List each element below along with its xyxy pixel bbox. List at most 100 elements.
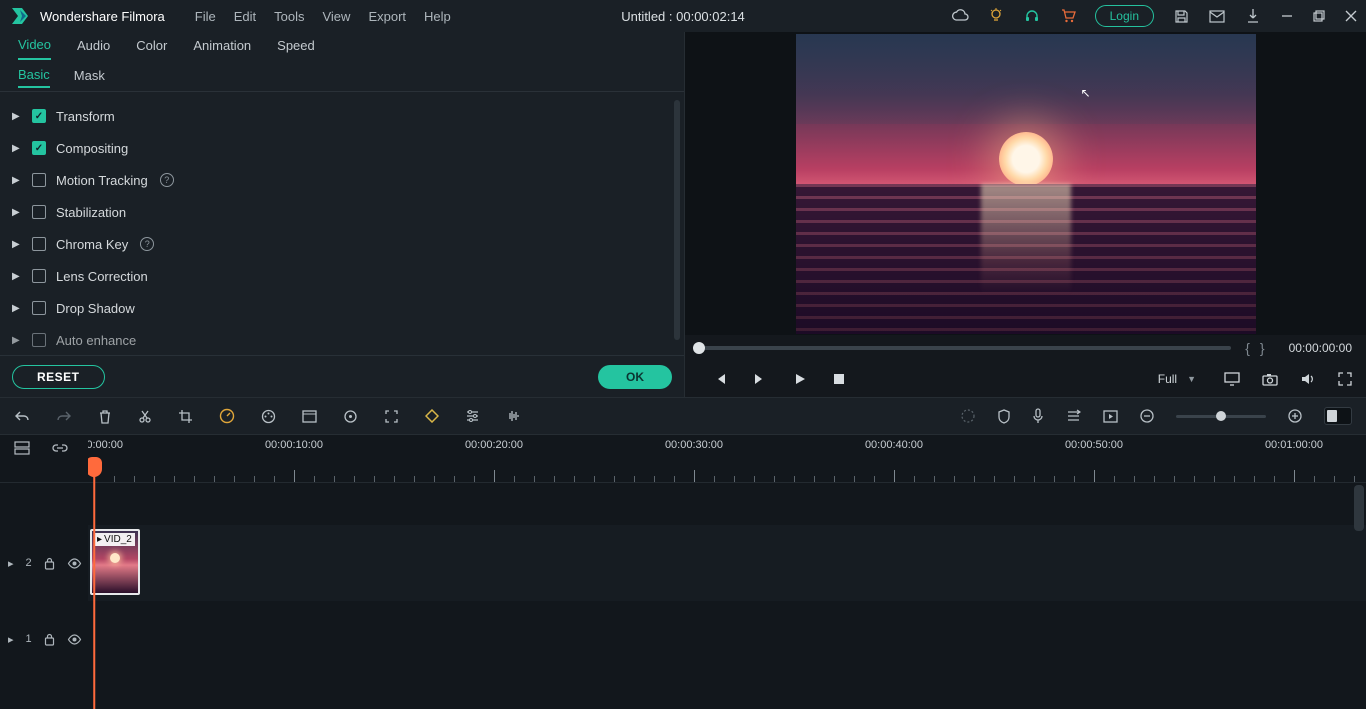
disclosure-icon[interactable]: ▶ xyxy=(12,207,22,218)
zoom-slider[interactable] xyxy=(1176,415,1266,418)
tab-video[interactable]: Video xyxy=(18,37,51,60)
ruler-label: 00:00:50:00 xyxy=(1065,439,1123,451)
reset-button[interactable]: RESET xyxy=(12,365,105,389)
tab-color[interactable]: Color xyxy=(136,38,167,59)
mail-icon[interactable] xyxy=(1208,7,1226,25)
cloud-icon[interactable] xyxy=(951,7,969,25)
menu-tools[interactable]: Tools xyxy=(274,9,304,24)
download-icon[interactable] xyxy=(1244,7,1262,25)
visibility-icon[interactable] xyxy=(67,634,82,645)
menu-help[interactable]: Help xyxy=(424,9,451,24)
manage-tracks-icon[interactable] xyxy=(14,441,30,455)
time-ruler[interactable]: 00:00:00:0000:00:10:0000:00:20:0000:00:3… xyxy=(88,435,1366,483)
help-icon[interactable]: ? xyxy=(140,237,154,251)
tab-audio[interactable]: Audio xyxy=(77,38,110,59)
video-track-1[interactable] xyxy=(88,601,1366,677)
lock-icon[interactable] xyxy=(44,557,55,570)
color-icon[interactable] xyxy=(261,409,276,424)
window-maximize[interactable] xyxy=(1312,9,1326,23)
crop-icon[interactable] xyxy=(178,409,193,424)
disclosure-icon[interactable]: ▶ xyxy=(12,175,22,186)
render-icon[interactable] xyxy=(1103,410,1118,423)
link-icon[interactable] xyxy=(52,441,68,455)
visibility-icon[interactable] xyxy=(67,558,82,569)
checkbox-transform[interactable]: ✓ xyxy=(32,109,46,123)
menu-view[interactable]: View xyxy=(322,9,350,24)
properties-scrollbar[interactable] xyxy=(674,100,680,340)
disclosure-icon[interactable]: ▶ xyxy=(12,303,22,314)
menu-export[interactable]: Export xyxy=(368,9,406,24)
undo-icon[interactable] xyxy=(14,409,30,423)
stop-icon[interactable] xyxy=(833,372,845,386)
lock-icon[interactable] xyxy=(44,633,55,646)
subtab-mask[interactable]: Mask xyxy=(74,68,105,87)
disclosure-icon[interactable]: ▶ xyxy=(12,143,22,154)
marker-icon[interactable] xyxy=(998,409,1010,424)
motion-tracking-icon[interactable] xyxy=(343,409,358,424)
scrub-bar[interactable] xyxy=(699,346,1231,350)
subtab-basic[interactable]: Basic xyxy=(18,67,50,88)
audio-mixer-icon[interactable] xyxy=(1066,409,1081,423)
menu-edit[interactable]: Edit xyxy=(234,9,256,24)
volume-icon[interactable] xyxy=(1300,372,1316,386)
secondary-tabs: Basic Mask xyxy=(0,64,684,92)
checkbox-stabilization[interactable] xyxy=(32,205,46,219)
split-icon[interactable] xyxy=(138,409,152,424)
checkbox-chroma-key[interactable] xyxy=(32,237,46,251)
record-voice-icon[interactable] xyxy=(1032,408,1044,424)
checkbox-auto-enhance[interactable] xyxy=(32,333,46,347)
zoom-out-icon[interactable] xyxy=(1140,409,1154,423)
help-icon[interactable]: ? xyxy=(160,173,174,187)
preview-viewer[interactable]: ↖ xyxy=(685,32,1366,335)
menu-file[interactable]: File xyxy=(195,9,216,24)
mix-icon[interactable] xyxy=(960,408,976,424)
green-screen-icon[interactable] xyxy=(302,410,317,423)
headphones-icon[interactable] xyxy=(1023,7,1041,25)
timeline-scrollbar[interactable] xyxy=(1354,485,1364,531)
play-icon[interactable] xyxy=(793,372,807,386)
zoom-in-icon[interactable] xyxy=(1288,409,1302,423)
disclosure-icon[interactable]: ▶ xyxy=(12,335,22,346)
checkbox-compositing[interactable]: ✓ xyxy=(32,141,46,155)
tab-animation[interactable]: Animation xyxy=(193,38,251,59)
window-minimize[interactable] xyxy=(1280,9,1294,23)
save-icon[interactable] xyxy=(1172,7,1190,25)
fullscreen-icon[interactable] xyxy=(1338,372,1352,386)
display-icon[interactable] xyxy=(1224,372,1240,386)
step-back-icon[interactable] xyxy=(713,372,727,386)
zoom-handle[interactable] xyxy=(1216,411,1226,421)
mark-out-icon[interactable]: } xyxy=(1260,340,1275,356)
workspace: Video Audio Color Animation Speed Basic … xyxy=(0,32,1366,397)
step-forward-icon[interactable] xyxy=(753,372,767,386)
cart-icon[interactable] xyxy=(1059,7,1077,25)
video-track-2[interactable]: ▸VID_2 xyxy=(88,525,1366,601)
checkbox-drop-shadow[interactable] xyxy=(32,301,46,315)
disclosure-icon[interactable]: ▶ xyxy=(12,239,22,250)
disclosure-icon[interactable]: ▶ xyxy=(12,111,22,122)
speed-icon[interactable] xyxy=(219,408,235,424)
snapshot-icon[interactable] xyxy=(1262,373,1278,386)
tracks-area[interactable]: 00:00:00:0000:00:10:0000:00:20:0000:00:3… xyxy=(88,435,1366,709)
video-clip[interactable]: ▸VID_2 xyxy=(90,529,140,595)
lightbulb-icon[interactable] xyxy=(987,7,1005,25)
ok-button[interactable]: OK xyxy=(598,365,672,389)
playhead[interactable] xyxy=(88,457,102,477)
timeline-view-toggle[interactable] xyxy=(1324,407,1352,425)
tab-speed[interactable]: Speed xyxy=(277,38,315,59)
window-close[interactable] xyxy=(1344,9,1358,23)
login-button[interactable]: Login xyxy=(1095,5,1154,27)
redo-icon[interactable] xyxy=(56,409,72,423)
keyframe-icon[interactable] xyxy=(425,409,439,423)
checkbox-lens-correction[interactable] xyxy=(32,269,46,283)
detect-icon[interactable] xyxy=(384,409,399,424)
mark-in-icon[interactable]: { xyxy=(1245,340,1260,356)
audio-wave-icon[interactable] xyxy=(506,409,522,423)
adjust-icon[interactable] xyxy=(465,409,480,423)
checkbox-motion-tracking[interactable] xyxy=(32,173,46,187)
property-label: Motion Tracking xyxy=(56,173,148,188)
property-label: Chroma Key xyxy=(56,237,128,252)
delete-icon[interactable] xyxy=(98,409,112,424)
quality-dropdown[interactable]: Full▼ xyxy=(1152,370,1202,388)
scrub-handle[interactable] xyxy=(693,342,705,354)
disclosure-icon[interactable]: ▶ xyxy=(12,271,22,282)
